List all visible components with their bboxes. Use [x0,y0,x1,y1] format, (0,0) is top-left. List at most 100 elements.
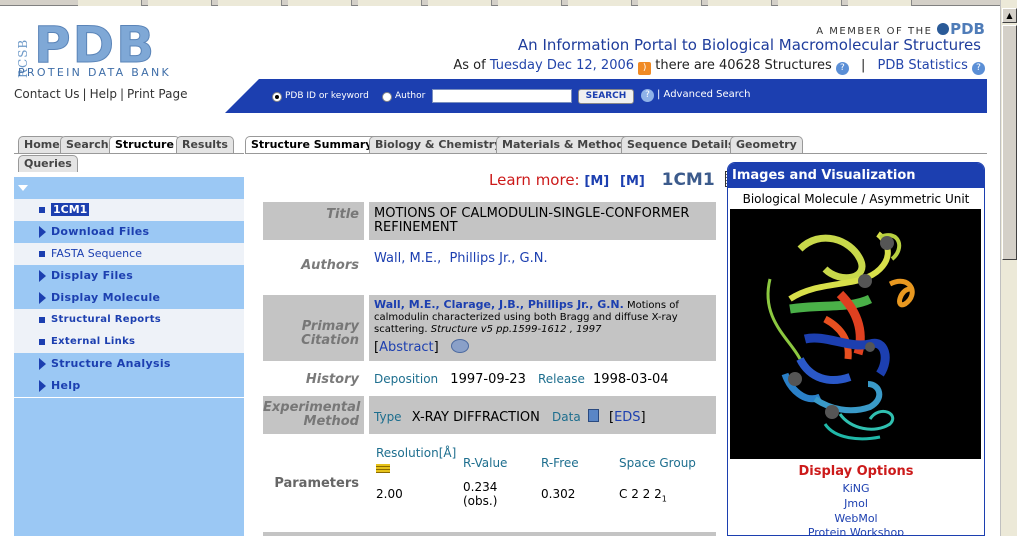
radio-author[interactable] [382,92,392,102]
browser-tab[interactable] [288,0,352,6]
search-help-icon[interactable]: ? [641,89,654,102]
as-of-prefix: As of [453,58,486,73]
browser-tab[interactable] [78,0,142,6]
learn-more: Learn more: [M] [M] 1CM1 [489,170,739,190]
data-file-icon[interactable] [587,409,599,422]
radio-author-label: Author [395,91,426,101]
resolution-value: 2.00 [376,487,403,501]
search-input[interactable] [432,89,572,103]
print-page-link[interactable]: Print Page [127,87,187,101]
nav-item-help[interactable]: Help [14,375,244,397]
citation-authors-link[interactable]: Wall, M.E., Clarage, J.B., Phillips Jr.,… [374,298,624,311]
scroll-up-arrow-icon[interactable]: ▲ [1002,8,1017,23]
browser-tab[interactable] [428,0,492,6]
wwpdb-globe-icon [937,23,950,35]
pdb-id: 1CM1 [661,170,715,190]
bullet-square-icon [39,339,45,345]
mmcif-link[interactable]: [M] [584,174,609,189]
help-icon[interactable]: ? [972,62,985,75]
pdb-statistics-link[interactable]: PDB Statistics [878,58,968,73]
panel-subtitle: Biological Molecule / Asymmetric Unit [742,192,970,206]
browser-tab[interactable] [568,0,632,6]
tab-underline [245,153,987,154]
option-king[interactable]: KiNG [728,482,984,495]
parameters-label: Parameters [274,476,359,491]
next-row-partial [263,532,716,536]
help-icon[interactable]: ? [835,62,849,75]
experimental-method-value: Type X-RAY DIFFRACTION Data [EDS] [369,396,716,434]
left-navigation: 1CM1 Download Files FASTA Sequence Displ… [14,177,244,536]
nav-item-display-files[interactable]: Display Files [14,265,244,287]
calmodulin-ribbon-image [730,209,981,459]
nav-item-label: Display Files [51,269,134,282]
search-bar: PDB ID or keyword Author SEARCH ? | Adva… [225,79,987,113]
tab-structure-summary[interactable]: Structure Summary [245,136,379,153]
author-link[interactable]: Wall, M.E., [374,251,441,266]
tab-sequence-details[interactable]: Sequence Details [621,136,741,153]
tab-home[interactable]: Home [18,136,66,153]
rss-icon[interactable]: ) [638,62,652,75]
resolution-header[interactable]: Resolution[Å] [376,446,456,460]
collapse-triangle-icon[interactable] [18,185,28,191]
molecule-link[interactable]: [M] [620,174,645,189]
nav-item-display-molecule[interactable]: Display Molecule [14,287,244,309]
nav-item-label: Help [51,379,81,392]
nav-item-download-files[interactable]: Download Files [14,221,244,243]
browser-tab[interactable] [848,0,912,6]
nav-item-structural-reports[interactable]: Structural Reports [14,309,244,331]
option-webmol[interactable]: WebMol [728,512,984,525]
resolution-icon [376,464,390,473]
link-separator: | [82,87,87,101]
type-value: X-RAY DIFFRACTION [411,410,540,425]
option-jmol[interactable]: Jmol [728,497,984,510]
radio-pdb-id[interactable] [272,92,282,102]
portal-title: An Information Portal to Biological Macr… [517,36,981,54]
abstract-link[interactable]: Abstract [379,340,434,355]
scrollbar-thumb[interactable] [1002,25,1017,260]
tab-biology-chemistry[interactable]: Biology & Chemistry [369,136,508,153]
search-button[interactable]: SEARCH [578,89,634,104]
browser-tab[interactable] [148,0,212,6]
nav-divider [14,397,244,398]
browser-tab[interactable] [358,0,422,6]
nav-item-label: Download Files [51,225,150,238]
browser-tab[interactable] [638,0,702,6]
contact-us-link[interactable]: Contact Us [14,87,80,101]
medline-icon[interactable] [450,339,469,353]
logo-subtitle: PROTEIN DATA BANK [18,66,172,79]
nav-item-fasta-sequence[interactable]: FASTA Sequence [14,243,244,265]
left-tabs: Home Search Structure Results Queries [14,136,244,176]
browser-tab[interactable] [778,0,842,6]
nav-item-label: Structural Reports [51,314,162,325]
space-group-header: Space Group [619,456,696,470]
help-link[interactable]: Help [90,87,117,101]
eds-link[interactable]: EDS [614,410,640,425]
tab-queries[interactable]: Queries [18,155,78,172]
primary-citation-label: Primary Citation [263,295,364,361]
vertical-scrollbar[interactable]: ▲ [1000,0,1017,536]
nav-item-structure-analysis[interactable]: Structure Analysis [14,353,244,375]
tab-results[interactable]: Results [176,136,234,153]
advanced-search-link[interactable]: | Advanced Search [657,89,750,100]
tab-materials-methods[interactable]: Materials & Methods [496,136,637,153]
nav-item-label: Display Molecule [51,291,161,304]
tab-geometry[interactable]: Geometry [730,136,803,153]
browser-tab[interactable] [708,0,772,6]
tab-structure[interactable]: Structure [109,136,180,153]
browser-tab[interactable] [218,0,282,6]
browser-page: ▲ RCSB PDB PROTEIN DATA BANK Contact Us |… [0,0,1017,536]
nav-item-1cm1[interactable]: 1CM1 [14,199,244,221]
option-protein-workshop[interactable]: Protein Workshop [728,526,984,536]
main-tabs: Structure Summary Biology & Chemistry Ma… [245,136,987,156]
images-visualization-panel: Images and Visualization Biological Mole… [727,162,985,536]
browser-tab[interactable] [498,0,562,6]
experimental-method-label: Experimental Method [263,396,364,434]
molecule-image[interactable] [730,209,981,459]
as-of-date: Tuesday Dec 12, 2006 [489,58,635,73]
nav-item-external-links[interactable]: External Links [14,331,244,353]
tab-search[interactable]: Search [60,136,115,153]
author-link[interactable]: Phillips Jr., G.N. [449,251,547,266]
rcsb-pdb-logo[interactable]: RCSB PDB PROTEIN DATA BANK [16,16,216,80]
space-group-value[interactable]: C 2 2 21 [619,487,667,503]
type-label: Type [374,410,402,424]
